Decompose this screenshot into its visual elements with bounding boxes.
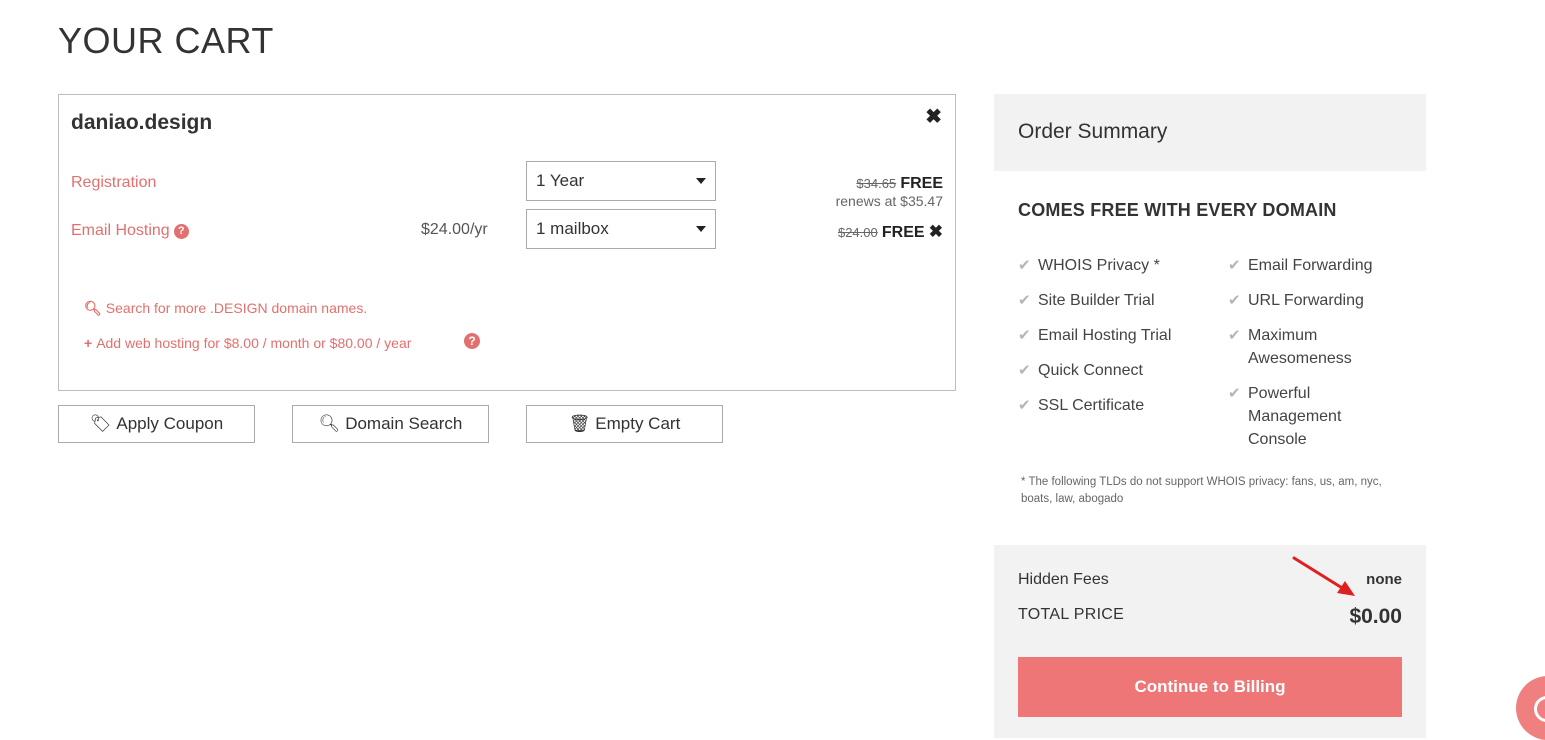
- registration-period-value: 1 Year: [536, 171, 585, 190]
- feature-item: ✔ SSL Certificate: [1018, 394, 1145, 417]
- chat-widget-button[interactable]: [1516, 676, 1545, 740]
- question-circle-icon[interactable]: ?: [173, 224, 189, 239]
- order-summary-title: Order Summary: [1018, 120, 1168, 143]
- search-more-link-text: Search for more .DESIGN domain names.: [105, 300, 368, 316]
- page-title: YOUR CART: [58, 20, 274, 61]
- continue-to-billing-button[interactable]: Continue to Billing: [1018, 657, 1402, 717]
- email-hosting-price: $24.00 FREE ✖: [838, 222, 943, 242]
- remove-email-hosting-close-icon[interactable]: ✖: [929, 222, 943, 241]
- feature-item: ✔ Powerful Management Console: [1228, 382, 1368, 451]
- email-hosting-label: Email Hosting?: [71, 222, 189, 240]
- trash-icon: 🗑︎: [568, 414, 591, 433]
- feature-item: ✔ Maximum Awesomeness: [1228, 324, 1373, 370]
- email-hosting-label-text: Email Hosting: [71, 222, 170, 239]
- annotation-arrow-icon: [1292, 556, 1355, 596]
- total-panel: Hidden Fees none TOTAL PRICE $0.00 Conti…: [994, 545, 1426, 738]
- feature-label: Maximum Awesomeness: [1248, 327, 1352, 367]
- whois-footnote: * The following TLDs do not support WHOI…: [1021, 476, 1382, 505]
- feature-item: ✔ Email Hosting Trial: [1018, 324, 1172, 347]
- feature-label: Email Hosting Trial: [1038, 327, 1172, 344]
- feature-item: ✔ Quick Connect: [1018, 359, 1143, 382]
- registration-new-price: FREE: [900, 175, 943, 192]
- total-price-value: $0.00: [1349, 605, 1402, 628]
- feature-label: Quick Connect: [1038, 362, 1143, 379]
- apply-coupon-label: Apply Coupon: [116, 414, 224, 433]
- cart-domain-name: daniao.design: [71, 111, 213, 134]
- feature-label: SSL Certificate: [1038, 397, 1145, 414]
- chat-icon: [1534, 696, 1545, 722]
- order-summary-header: Order Summary: [994, 94, 1426, 171]
- chevron-down-icon: [696, 226, 706, 232]
- registration-period-select[interactable]: 1 Year: [526, 161, 716, 201]
- check-icon: ✔: [1228, 257, 1241, 274]
- feature-item: ✔ URL Forwarding: [1228, 289, 1398, 312]
- domain-search-label: Domain Search: [345, 414, 463, 433]
- search-icon: 🔍︎: [84, 300, 102, 316]
- remove-domain-close-icon[interactable]: ✖: [925, 107, 942, 127]
- search-more-link[interactable]: 🔍︎ Search for more .DESIGN domain names.: [84, 300, 367, 317]
- registration-renews: renews at $35.47: [835, 193, 943, 209]
- add-hosting-link[interactable]: + Add web hosting for $8.00 / month or $8…: [84, 335, 411, 351]
- empty-cart-label: Empty Cart: [595, 414, 681, 433]
- hidden-fees-value: none: [1366, 571, 1402, 588]
- feature-item: ✔ Email Forwarding: [1228, 254, 1398, 277]
- mailbox-count-select[interactable]: 1 mailbox: [526, 209, 716, 249]
- empty-cart-button[interactable]: 🗑︎ Empty Cart: [526, 405, 723, 443]
- question-circle-icon[interactable]: ?: [464, 333, 480, 349]
- registration-label: Registration: [71, 174, 157, 191]
- chevron-down-icon: [696, 178, 706, 184]
- registration-old-price: $34.65: [856, 176, 897, 191]
- mailbox-count-value: 1 mailbox: [536, 219, 609, 238]
- plus-icon: +: [84, 335, 93, 351]
- feature-label: Site Builder Trial: [1038, 292, 1155, 309]
- check-icon: ✔: [1018, 397, 1031, 414]
- feature-label: Powerful Management Console: [1248, 385, 1342, 448]
- email-hosting-new-price: FREE: [881, 224, 925, 241]
- apply-coupon-button[interactable]: 🏷︎ Apply Coupon: [58, 405, 255, 443]
- feature-label: WHOIS Privacy *: [1038, 257, 1160, 274]
- tag-icon: 🏷︎: [89, 414, 112, 433]
- check-icon: ✔: [1018, 327, 1031, 344]
- feature-item: ✔ Site Builder Trial: [1018, 289, 1155, 312]
- check-icon: ✔: [1228, 327, 1241, 344]
- hidden-fees-label: Hidden Fees: [1018, 571, 1109, 588]
- domain-search-button[interactable]: 🔍︎ Domain Search: [292, 405, 489, 443]
- check-icon: ✔: [1018, 292, 1031, 309]
- check-icon: ✔: [1018, 362, 1031, 379]
- free-features-title: COMES FREE WITH EVERY DOMAIN: [1018, 200, 1337, 220]
- feature-label: URL Forwarding: [1248, 292, 1364, 309]
- email-hosting-unit-price: $24.00/yr: [421, 221, 488, 238]
- check-icon: ✔: [1228, 292, 1241, 309]
- total-price-label: TOTAL PRICE: [1018, 606, 1125, 623]
- feature-label: Email Forwarding: [1248, 257, 1373, 274]
- add-hosting-link-text: Add web hosting for $8.00 / month or $80…: [96, 335, 412, 351]
- check-icon: ✔: [1018, 257, 1031, 274]
- cart-item-panel: daniao.design ✖ Registration 1 Year $34.…: [58, 94, 956, 391]
- feature-item: ✔ WHOIS Privacy *: [1018, 254, 1160, 277]
- search-icon: 🔍︎: [318, 414, 341, 433]
- check-icon: ✔: [1228, 385, 1241, 402]
- registration-price: $34.65 FREE renews at $35.47: [836, 175, 943, 209]
- email-hosting-old-price: $24.00: [837, 225, 878, 240]
